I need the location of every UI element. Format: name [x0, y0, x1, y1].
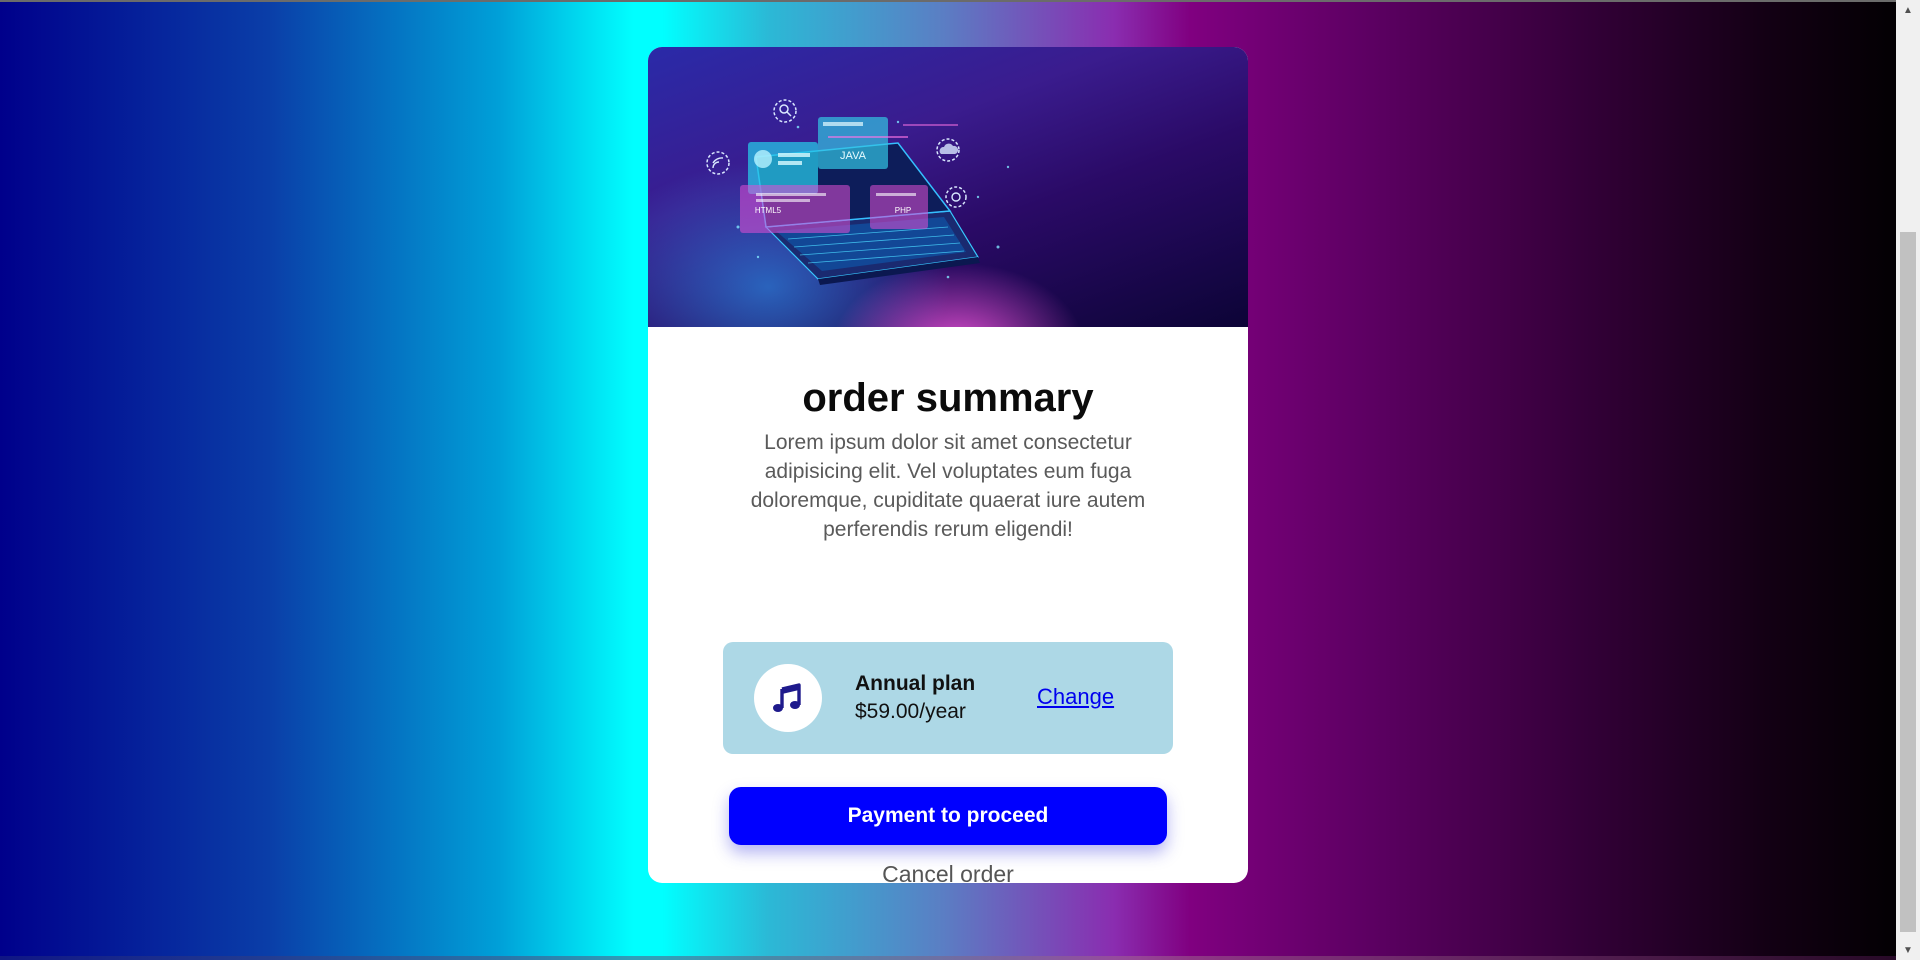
hero-java-label: JAVA — [840, 150, 867, 162]
summary-content: order summary Lorem ipsum dolor sit amet… — [648, 327, 1248, 883]
scroll-down-arrow-icon[interactable]: ▼ — [1896, 940, 1920, 960]
payment-proceed-button[interactable]: Payment to proceed — [729, 787, 1167, 845]
plan-price: $59.00/year — [855, 700, 966, 723]
order-summary-card: JAVA HTML5 PHP order summary Lorem ipsum… — [648, 47, 1248, 883]
cancel-order-link[interactable]: Cancel order — [648, 861, 1248, 883]
music-note-icon — [754, 664, 822, 732]
hero-illustration: JAVA HTML5 PHP — [648, 47, 1248, 327]
scrollbar-thumb[interactable] — [1900, 232, 1916, 932]
hero-html-label: HTML5 — [755, 206, 782, 215]
plan-panel: Annual plan $59.00/year Change — [723, 642, 1173, 754]
page-title: order summary — [802, 376, 1094, 420]
plan-details: Annual plan $59.00/year — [855, 670, 975, 726]
summary-description: Lorem ipsum dolor sit amet consectetur a… — [750, 431, 1146, 541]
plan-name: Annual plan — [855, 672, 976, 695]
change-plan-link[interactable]: Change — [1037, 684, 1114, 710]
window-top-border — [0, 0, 1896, 2]
hero-php-label: PHP — [895, 206, 911, 215]
bottom-edge — [0, 956, 1896, 960]
scroll-up-arrow-icon[interactable]: ▲ — [1896, 0, 1920, 20]
vertical-scrollbar[interactable]: ▲ ▼ — [1896, 0, 1920, 960]
